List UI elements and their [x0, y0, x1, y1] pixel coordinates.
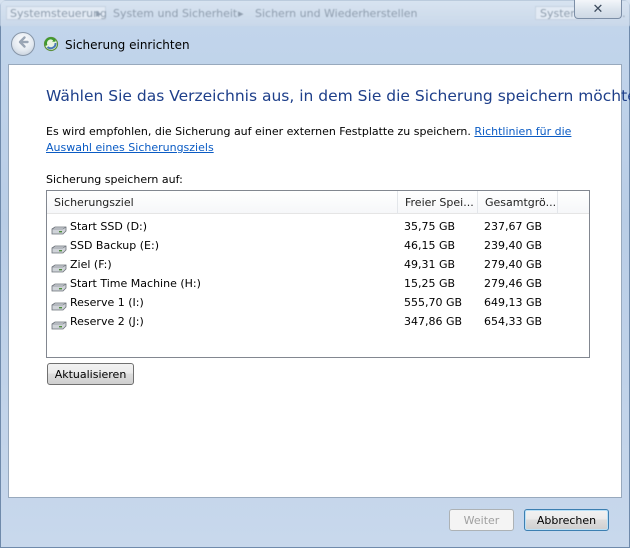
hard-drive-icon — [51, 317, 67, 330]
drive-total-size: 239,40 GB — [484, 239, 543, 252]
hard-drive-icon — [51, 298, 67, 311]
cancel-button[interactable]: Abbrechen — [524, 509, 609, 531]
backup-destination-list[interactable]: Sicherungsziel Freier Spei... Gesamtgrö.… — [46, 190, 590, 358]
drive-total-size: 279,40 GB — [484, 258, 543, 271]
description: Es wird empfohlen, die Sicherung auf ein… — [46, 125, 471, 138]
background-breadcrumb-2: System und Sicherheit — [113, 7, 238, 20]
page-heading: Wählen Sie das Verzeichnis aus, in dem S… — [46, 87, 630, 105]
drive-name: Ziel (F:) — [70, 258, 112, 271]
close-icon: ✕ — [592, 1, 604, 17]
table-row[interactable]: SSD Backup (E:) 46,15 GB 239,40 GB — [47, 236, 589, 255]
table-row[interactable]: Reserve 2 (J:) 347,86 GB 654,33 GB — [47, 312, 589, 331]
list-label: Sicherung speichern auf: — [46, 173, 183, 186]
close-button[interactable]: ✕ — [574, 0, 622, 19]
column-header-destination[interactable]: Sicherungsziel — [47, 191, 398, 214]
drive-total-size: 279,46 GB — [484, 277, 543, 290]
hard-drive-icon — [51, 279, 67, 292]
drive-total-size: 649,13 GB — [484, 296, 543, 309]
table-row[interactable]: Ziel (F:) 49,31 GB 279,40 GB — [47, 255, 589, 274]
drive-name: Start Time Machine (H:) — [70, 277, 201, 290]
next-button[interactable]: Weiter — [449, 509, 514, 531]
background-explorer-bar: Systemsteuerung ▸ System und Sicherheit … — [0, 0, 630, 26]
drive-total-size: 237,67 GB — [484, 220, 543, 233]
refresh-button[interactable]: Aktualisieren — [47, 363, 134, 385]
column-header-free-space[interactable]: Freier Spei... — [398, 191, 478, 214]
chevron-right-icon: ▸ — [238, 7, 244, 20]
hard-drive-icon — [51, 260, 67, 273]
table-row[interactable]: Start SSD (D:) 35,75 GB 237,67 GB — [47, 217, 589, 236]
drive-free-space: 347,86 GB — [404, 315, 463, 328]
title-bar: Sicherung einrichten — [0, 26, 630, 64]
drive-free-space: 46,15 GB — [404, 239, 456, 252]
back-button[interactable] — [11, 32, 35, 56]
description-text: Es wird empfohlen, die Sicherung auf ein… — [46, 124, 606, 156]
table-row[interactable]: Start Time Machine (H:) 15,25 GB 279,46 … — [47, 274, 589, 293]
content-panel: Wählen Sie das Verzeichnis aus, in dem S… — [8, 64, 630, 498]
list-header: Sicherungsziel Freier Spei... Gesamtgrö.… — [47, 191, 589, 214]
background-breadcrumb-3: Sichern und Wiederherstellen — [255, 7, 418, 20]
column-header-total-size[interactable]: Gesamtgrö... — [478, 191, 558, 214]
background-breadcrumb-1: Systemsteuerung — [10, 7, 108, 20]
drive-total-size: 654,33 GB — [484, 315, 543, 328]
drive-free-space: 555,70 GB — [404, 296, 463, 309]
drive-name: SSD Backup (E:) — [70, 239, 159, 252]
back-arrow-icon — [16, 35, 30, 53]
window-title: Sicherung einrichten — [65, 38, 190, 52]
drive-name: Reserve 1 (I:) — [70, 296, 144, 309]
backup-icon — [43, 36, 59, 52]
chevron-right-icon: ▸ — [96, 7, 102, 20]
drive-name: Start SSD (D:) — [70, 220, 148, 233]
drive-free-space: 35,75 GB — [404, 220, 456, 233]
drive-free-space: 49,31 GB — [404, 258, 456, 271]
drive-free-space: 15,25 GB — [404, 277, 456, 290]
hard-drive-icon — [51, 241, 67, 254]
table-row[interactable]: Reserve 1 (I:) 555,70 GB 649,13 GB — [47, 293, 589, 312]
drive-name: Reserve 2 (J:) — [70, 315, 144, 328]
hard-drive-icon — [51, 222, 67, 235]
